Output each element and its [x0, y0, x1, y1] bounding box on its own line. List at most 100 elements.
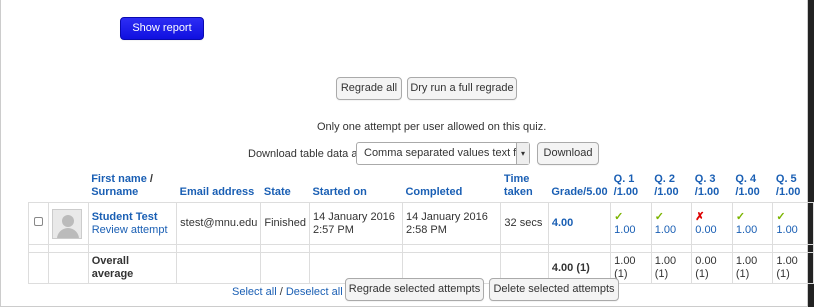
- avg-empty-cell: [47, 252, 89, 284]
- table-spacer-row: [28, 244, 814, 253]
- header-grade[interactable]: Grade/5.00: [548, 171, 611, 203]
- header-q3-max: /1.00: [694, 186, 720, 198]
- row-q5-cell: ✓ 1.00: [772, 202, 814, 245]
- row-started: 14 January 2016 2:57 PM: [308, 202, 403, 245]
- row-state: Finished: [260, 202, 310, 245]
- spacer-cell: [176, 244, 262, 253]
- table-header-row: First name / Surname Email address State …: [28, 171, 814, 203]
- header-picture-col: [48, 171, 89, 203]
- header-time-taken[interactable]: Time taken: [500, 171, 549, 203]
- show-report-button[interactable]: Show report: [120, 17, 204, 40]
- header-q3[interactable]: Q. 3/1.00: [691, 171, 733, 203]
- header-completed[interactable]: Completed: [402, 171, 501, 203]
- avg-q5: 1.00 (1): [772, 252, 814, 284]
- row-q1-cell: ✓ 1.00: [610, 202, 652, 245]
- row-email: stest@mnu.edu: [176, 202, 262, 245]
- spacer-cell: [87, 244, 178, 253]
- header-q2[interactable]: Q. 2/1.00: [651, 171, 692, 203]
- review-attempt-link[interactable]: Review attempt: [92, 224, 168, 236]
- q5-score-link[interactable]: 1.00: [776, 224, 797, 236]
- header-q1-max: /1.00: [613, 186, 639, 198]
- select-all-link[interactable]: Select all: [232, 286, 277, 298]
- sort-surname-link[interactable]: Surname: [91, 186, 138, 198]
- q2-score-link[interactable]: 1.00: [655, 224, 676, 236]
- header-q5[interactable]: Q. 5/1.00: [772, 171, 814, 203]
- row-checkbox-cell: [28, 202, 49, 245]
- download-label: Download table data as: [248, 148, 363, 160]
- q1-score-link[interactable]: 1.00: [614, 224, 635, 236]
- student-name-link[interactable]: Student Test: [92, 211, 158, 223]
- row-q3-cell: ✗ 0.00: [691, 202, 733, 245]
- spacer-cell: [772, 244, 814, 253]
- spacer-cell: [47, 244, 89, 253]
- header-checkbox-col: [28, 171, 49, 203]
- row-grade-cell: 4.00: [547, 202, 612, 245]
- check-icon: ✓: [614, 210, 624, 223]
- attempts-table: First name / Surname Email address State …: [28, 171, 814, 284]
- avatar[interactable]: [51, 208, 82, 239]
- sort-first-name-link[interactable]: First name: [91, 173, 147, 185]
- select-caret-icon: ▾: [516, 143, 529, 164]
- header-time-label: Time: [503, 173, 530, 185]
- completed-date: 14 January 2016: [405, 210, 488, 223]
- cross-icon: ✗: [695, 210, 705, 223]
- header-q4-label: Q. 4: [735, 173, 757, 185]
- spacer-cell: [650, 244, 693, 253]
- started-date: 14 January 2016: [312, 210, 395, 223]
- row-q4-cell: ✓ 1.00: [731, 202, 774, 245]
- header-q2-max: /1.00: [654, 186, 679, 198]
- completed-time: 2:58 PM: [405, 223, 447, 236]
- check-icon: ✓: [776, 210, 786, 223]
- check-icon: ✓: [654, 210, 664, 223]
- one-attempt-notice: Only one attempt per user allowed on thi…: [317, 121, 547, 133]
- avg-q3: 0.00 (1): [691, 252, 733, 284]
- grade-link[interactable]: 4.00: [552, 217, 573, 229]
- regrade-all-button[interactable]: Regrade all: [336, 77, 402, 100]
- avg-empty-cell: [28, 252, 49, 284]
- header-taken-label: taken: [503, 186, 533, 198]
- header-q5-max: /1.00: [775, 186, 801, 198]
- header-q2-label: Q. 2: [654, 173, 675, 185]
- deselect-all-link[interactable]: Deselect all: [286, 286, 343, 298]
- row-q2-cell: ✓ 1.00: [650, 202, 693, 245]
- header-slash: /: [146, 173, 153, 185]
- regrade-selected-button[interactable]: Regrade selected attempts: [345, 278, 484, 301]
- row-time-taken: 32 secs: [500, 202, 549, 245]
- select-links: Select all / Deselect all: [232, 286, 343, 298]
- header-q5-label: Q. 5: [775, 173, 797, 185]
- header-q4-max: /1.00: [735, 186, 760, 198]
- avg-q4: 1.00 (1): [731, 252, 774, 284]
- avg-empty-cell: [260, 252, 310, 284]
- header-name[interactable]: First name / Surname: [88, 171, 177, 203]
- dry-run-regrade-button[interactable]: Dry run a full regrade: [407, 77, 517, 100]
- header-q3-label: Q. 3: [694, 173, 716, 185]
- avg-q2: 1.00 (1): [650, 252, 693, 284]
- q4-score-link[interactable]: 1.00: [736, 224, 757, 236]
- spacer-cell: [731, 244, 774, 253]
- row-select-checkbox[interactable]: [33, 217, 43, 226]
- header-started[interactable]: Started on: [309, 171, 403, 203]
- overall-average-label: Overall average: [87, 252, 178, 284]
- spacer-cell: [610, 244, 652, 253]
- started-time: 2:57 PM: [312, 223, 354, 236]
- header-q1-label: Q. 1: [613, 173, 635, 185]
- header-email[interactable]: Email address: [176, 171, 261, 203]
- q3-score-link[interactable]: 0.00: [695, 224, 716, 236]
- row-name-cell: Student Test Review attempt: [87, 202, 178, 245]
- spacer-cell: [28, 244, 49, 253]
- spacer-cell: [260, 244, 310, 253]
- header-q4[interactable]: Q. 4/1.00: [732, 171, 773, 203]
- check-icon: ✓: [735, 210, 746, 223]
- header-state[interactable]: State: [260, 171, 310, 203]
- delete-selected-button[interactable]: Delete selected attempts: [489, 278, 619, 301]
- spacer-cell: [500, 244, 549, 253]
- spacer-cell: [547, 244, 612, 253]
- header-q1[interactable]: Q. 1/1.00: [610, 171, 652, 203]
- row-completed: 14 January 2016 2:58 PM: [401, 202, 502, 245]
- download-format-value: Comma separated values text file: [364, 147, 528, 159]
- avg-empty-cell: [176, 252, 262, 284]
- table-row: Student Test Review attempt stest@mnu.edu…: [28, 202, 814, 245]
- download-format-select[interactable]: Comma separated values text file ▾: [356, 142, 530, 165]
- download-button[interactable]: Download: [537, 142, 599, 165]
- select-separator: /: [276, 286, 286, 298]
